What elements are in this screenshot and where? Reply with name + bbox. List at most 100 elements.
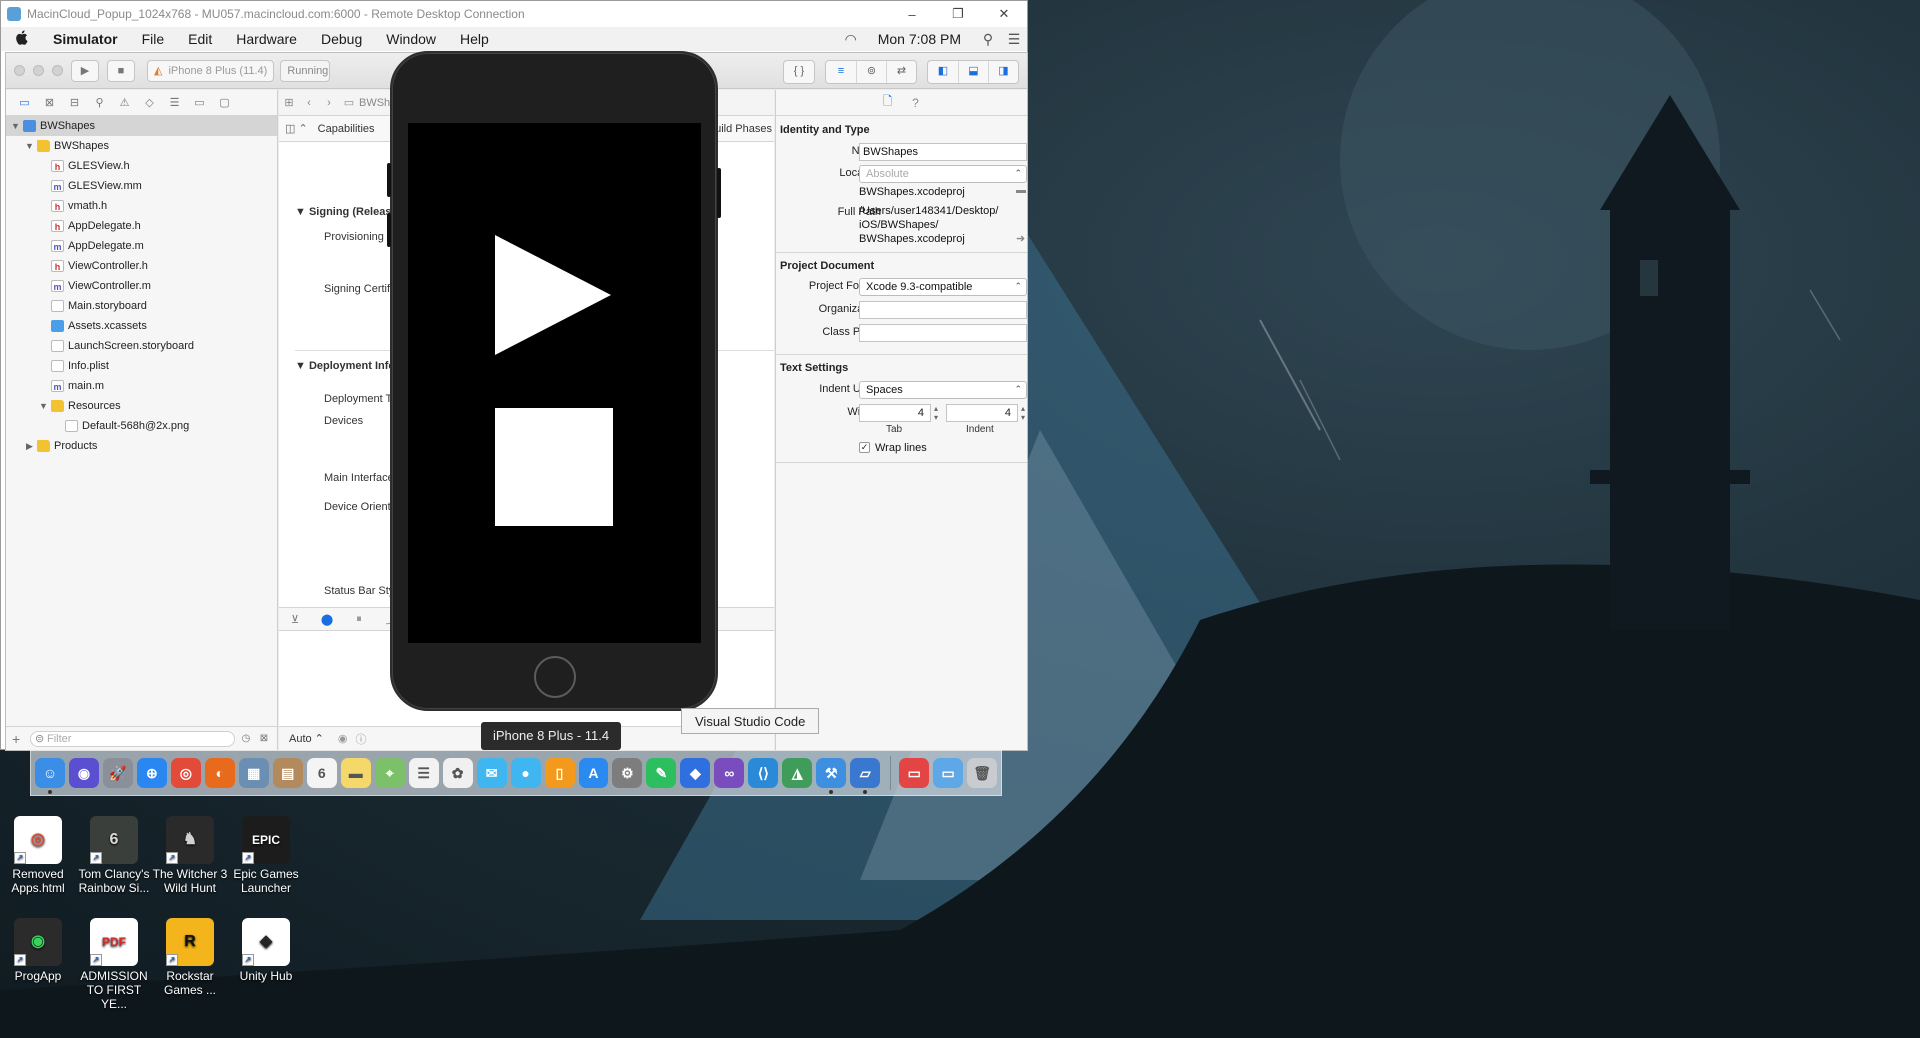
breakpoint-navigator-tab-icon[interactable]: ▭ bbox=[187, 96, 212, 109]
home-button[interactable] bbox=[534, 656, 576, 698]
issue-navigator-tab-icon[interactable]: ⚠ bbox=[112, 96, 137, 109]
navigator-file-row[interactable]: Main.storyboard bbox=[6, 296, 277, 316]
desktop-icon-rockstar-games[interactable]: R ↗ Rockstar Games ... bbox=[152, 918, 228, 997]
volume-down-button[interactable] bbox=[387, 213, 391, 247]
indent-width-stepper[interactable]: ▴ ▾ bbox=[1019, 404, 1027, 422]
dock-downloads-stack-icon[interactable]: ▭ bbox=[899, 758, 930, 788]
window-minimize-button[interactable] bbox=[33, 65, 44, 76]
navigator-file-row[interactable]: h ViewController.h bbox=[6, 256, 277, 276]
dock-vscode-icon[interactable]: ⟨⟩ bbox=[748, 758, 779, 788]
dock-photos-icon[interactable]: ✿ bbox=[442, 758, 473, 788]
version-editor-icon[interactable]: ⇄ bbox=[886, 61, 916, 83]
organization-field[interactable] bbox=[859, 301, 1027, 319]
navigator-toggle-icon[interactable]: ◧ bbox=[928, 61, 958, 83]
navigator-file-row[interactable]: m GLESView.mm bbox=[6, 176, 277, 196]
class-prefix-field[interactable] bbox=[859, 324, 1027, 342]
navigator-group-row[interactable]: ▼ Resources bbox=[6, 396, 277, 416]
navigator-file-row[interactable]: h vmath.h bbox=[6, 196, 277, 216]
wifi-icon[interactable]: ◠ bbox=[838, 31, 864, 48]
disclosure-triangle-icon[interactable]: ▼ bbox=[24, 141, 35, 151]
desktop-icon-rainbow-six[interactable]: 6 ↗ Tom Clancy's Rainbow Si... bbox=[76, 816, 152, 895]
filter-options-icon[interactable]: ⊠ bbox=[257, 733, 271, 744]
apple-menu-icon[interactable] bbox=[1, 30, 41, 48]
dock-finder-icon[interactable]: ☺ bbox=[35, 758, 65, 794]
simulator-screen[interactable] bbox=[408, 123, 701, 643]
navigator-file-row[interactable]: Default-568h@2x.png bbox=[6, 416, 277, 436]
dock-siri-icon[interactable]: ◉ bbox=[68, 758, 99, 788]
signing-section-header[interactable]: ▼ Signing (Release) bbox=[295, 206, 401, 218]
scheme-selector[interactable]: ◭ iPhone 8 Plus (11.4) bbox=[147, 59, 275, 82]
tab-capabilities[interactable]: Capabilities bbox=[318, 123, 375, 135]
dock-notes-icon[interactable]: ▬ bbox=[340, 758, 371, 788]
show-in-finder-arrow-icon[interactable]: ➜ bbox=[1016, 232, 1025, 245]
standard-editor-icon[interactable]: ≡ bbox=[826, 61, 856, 83]
menu-hardware[interactable]: Hardware bbox=[224, 31, 309, 47]
indent-width-field[interactable]: 4 bbox=[946, 404, 1018, 422]
dock-chrome-icon[interactable]: ◎ bbox=[170, 758, 201, 788]
rdp-minimize-button[interactable]: – bbox=[889, 7, 935, 22]
name-field[interactable]: BWShapes bbox=[859, 143, 1027, 161]
stop-button[interactable]: ■ bbox=[107, 59, 135, 82]
tab-width-stepper[interactable]: ▴ ▾ bbox=[932, 404, 940, 422]
navigator-file-row[interactable]: h AppDelegate.h bbox=[6, 216, 277, 236]
print-description-icon[interactable]: ⓘ bbox=[356, 731, 367, 747]
navigator-file-row[interactable]: m AppDelegate.m bbox=[6, 236, 277, 256]
dock-calendar-icon[interactable]: 6 bbox=[306, 758, 337, 788]
dock-visual-studio-icon[interactable]: ∞ bbox=[714, 758, 745, 788]
dock-reminders-icon[interactable]: ☰ bbox=[408, 758, 439, 788]
navigator-file-row[interactable]: Assets.xcassets bbox=[6, 316, 277, 336]
rdp-close-button[interactable]: ✕ bbox=[981, 6, 1027, 22]
dock-launchpad-icon[interactable]: 🚀 bbox=[102, 758, 133, 788]
deployment-section-header[interactable]: ▼ Deployment Info bbox=[295, 360, 395, 372]
library-button[interactable]: { } bbox=[783, 60, 815, 84]
quick-help-tab-icon[interactable]: ? bbox=[902, 96, 930, 110]
navigator-file-row[interactable]: m main.m bbox=[6, 376, 277, 396]
recent-files-icon[interactable]: ◷ bbox=[239, 733, 253, 744]
dock-messages-icon[interactable]: ✉ bbox=[476, 758, 507, 788]
spotlight-search-icon[interactable]: ⚲ bbox=[975, 31, 1001, 48]
dock-system-preferences-icon[interactable]: ⚙ bbox=[612, 758, 643, 788]
desktop-icon-admission-pdf[interactable]: PDF ↗ ADMISSION TO FIRST YE... bbox=[76, 918, 152, 1011]
run-button[interactable]: ▶ bbox=[71, 59, 99, 82]
dock-appstore-icon[interactable]: A bbox=[578, 758, 609, 788]
assistant-editor-icon[interactable]: ⊚ bbox=[856, 61, 886, 83]
console-output-selector[interactable]: Auto ⌃ bbox=[289, 732, 324, 745]
menu-window[interactable]: Window bbox=[374, 31, 448, 47]
test-navigator-tab-icon[interactable]: ◇ bbox=[137, 96, 162, 109]
disclosure-triangle-icon[interactable]: ▼ bbox=[10, 121, 21, 131]
dock-facetime-icon[interactable]: ● bbox=[510, 758, 541, 788]
desktop-icon-witcher-3[interactable]: ♞ ↗ The Witcher 3 Wild Hunt bbox=[152, 816, 228, 895]
navigator-file-row[interactable]: h GLESView.h bbox=[6, 156, 277, 176]
quick-look-icon[interactable]: ◉ bbox=[338, 732, 348, 745]
forward-icon[interactable]: › bbox=[319, 97, 339, 109]
menu-simulator[interactable]: Simulator bbox=[41, 31, 130, 47]
breakpoints-toggle-icon[interactable]: ⬤ bbox=[311, 613, 343, 626]
navigator-group-row[interactable]: ▼ BWShapes bbox=[6, 136, 277, 156]
navigator-file-row[interactable]: Info.plist bbox=[6, 356, 277, 376]
navigator-group-row[interactable]: ▼ BWShapes bbox=[6, 116, 277, 136]
dock-maps-icon[interactable]: ⌖ bbox=[374, 758, 405, 788]
tab-width-field[interactable]: 4 bbox=[859, 404, 931, 422]
debug-navigator-tab-icon[interactable]: ☰ bbox=[162, 96, 187, 109]
menubar-clock[interactable]: Mon 7:08 PM bbox=[864, 31, 975, 47]
desktop-icon-unity-hub[interactable]: ◈ ↗ Unity Hub bbox=[228, 918, 304, 983]
menu-debug[interactable]: Debug bbox=[309, 31, 374, 47]
window-zoom-button[interactable] bbox=[52, 65, 63, 76]
window-close-button[interactable] bbox=[14, 65, 25, 76]
dock-trash-icon[interactable]: 🗑 bbox=[967, 758, 998, 788]
related-items-icon[interactable]: ⊞ bbox=[279, 96, 299, 109]
menu-edit[interactable]: Edit bbox=[176, 31, 224, 47]
navigator-filter-input[interactable]: ⊜ Filter bbox=[30, 730, 235, 747]
desktop-icon-removed-apps[interactable]: ◎ ↗ Removed Apps.html bbox=[0, 816, 76, 895]
dock-simulator-icon[interactable]: ▱ bbox=[850, 758, 881, 794]
dock-safari-icon[interactable]: ⊕ bbox=[136, 758, 167, 788]
indent-using-popup[interactable]: Spaces bbox=[859, 381, 1027, 399]
targets-sidebar-toggle-icon[interactable]: ◫ ⌃ bbox=[285, 122, 308, 135]
location-popup[interactable]: Absolute bbox=[859, 165, 1027, 183]
reveal-in-finder-icon[interactable]: ▬ bbox=[1016, 185, 1026, 196]
dock-dropbox-icon[interactable]: ◆ bbox=[680, 758, 711, 788]
dock-preview-icon[interactable]: ▦ bbox=[238, 758, 269, 788]
notification-center-icon[interactable]: ☰ bbox=[1001, 31, 1027, 48]
dock-ibooks-icon[interactable]: ▯ bbox=[544, 758, 575, 788]
desktop-icon-epic-games[interactable]: EPIC ↗ Epic Games Launcher bbox=[228, 816, 304, 895]
